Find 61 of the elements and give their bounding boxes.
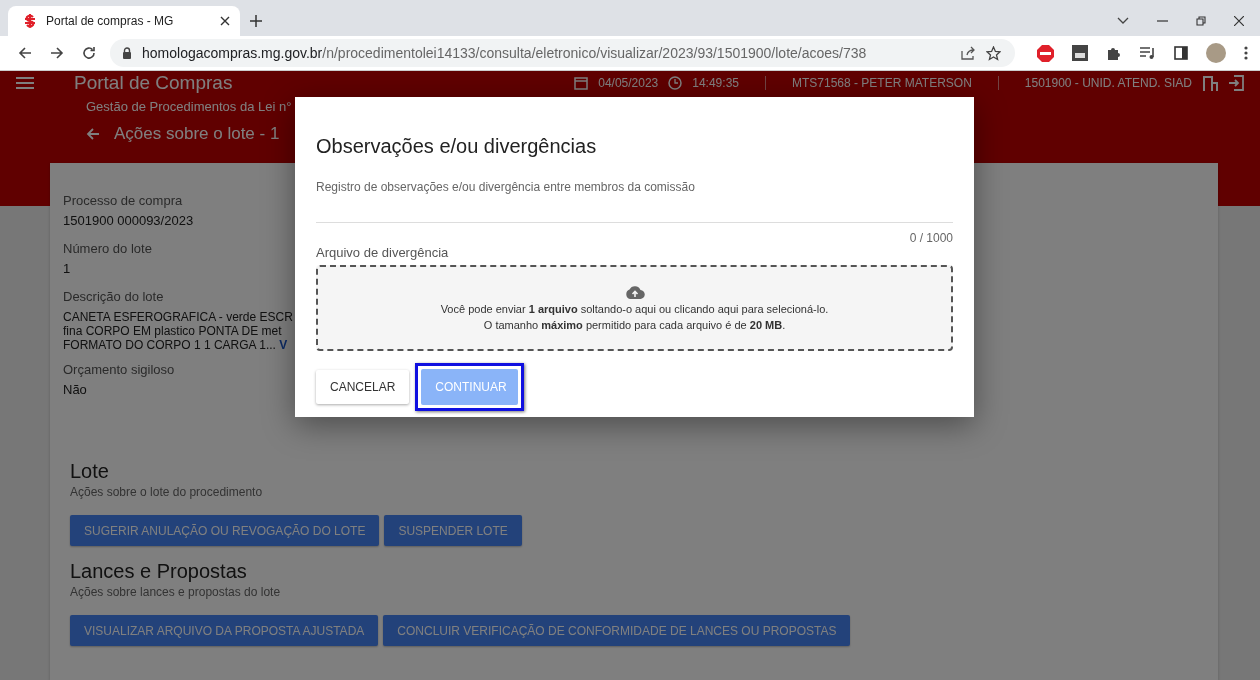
logout-icon[interactable] [1228,75,1244,91]
file-drop-zone[interactable]: Você pode enviar 1 arquivo soltando-o aqui ou clicando aqui para selecioná-lo. O tamanho máximo permitido para cada arquivo é de 20 MB. [316,265,953,351]
share-icon[interactable] [961,46,976,60]
time-text: 14:49:35 [692,76,739,90]
observations-field[interactable]: Registro de observações e/ou divergência entre membros da comissão [316,180,953,223]
close-icon[interactable] [1234,16,1244,26]
clock-icon [668,76,683,90]
more-link[interactable]: V [279,338,288,352]
field-label: Orçamento sigiloso [63,361,175,379]
calendar-icon [574,76,589,90]
cancel-button[interactable]: CANCELAR [316,370,410,404]
menu-icon[interactable] [16,77,34,89]
section-subtitle: Ações sobre o lote do procedimento [70,485,264,499]
action-button[interactable]: SUSPENDER LOTE [384,515,522,546]
dollar-logo-icon [22,13,38,29]
restore-icon[interactable] [1196,16,1206,26]
unit-text: 1501900 - UNID. ATEND. SIAD [997,76,1192,90]
action-button[interactable]: VISUALIZAR ARQUIVO DA PROPOSTA AJUSTADA [70,615,379,646]
address-field[interactable]: homologacompras.mg.gov.br/n/procedimentolei14133/consulta/eletronico/visualizar/2023/93/1501900/lote/acoes/738 [110,39,1015,67]
back-icon[interactable] [18,46,32,60]
user-text: MTS71568 - PETER MATERSON [765,76,972,90]
dialog-title: Observações e/ou divergências [316,135,598,158]
drop-zone-text: Você pode enviar 1 arquivo soltando-o aqui ou clicando aqui para selecioná-lo. [440,303,829,315]
field-label: Descrição do lote [63,288,164,306]
new-tab-icon[interactable] [250,15,262,27]
field-value: 1501900 000093/2023 [63,212,194,230]
stop-sign-extension-icon[interactable] [1037,44,1054,62]
character-counter: 0 / 1000 [909,231,953,245]
app-title: Portal de Compras [74,71,233,95]
field-label: Número do lote [63,240,152,258]
file-label: Arquivo de divergência [316,245,450,260]
forward-icon[interactable] [50,46,64,60]
description-text: CANETA ESFEROGRAFICA - verde ESCR fina CORPO EM plastico PONTA DE met FORMATO DO CORPO 1 1 CARGA 1... V [63,310,293,352]
page-title: Ações sobre o lote - 1 [114,124,280,144]
drop-zone-text: O tamanho máximo permitido para cada arquivo é de 20 MB. [483,319,786,331]
section-title: Lote [70,460,110,483]
section-title: Lances e Propostas [70,560,248,583]
field-value: 1 [63,260,71,278]
side-panel-icon[interactable] [1174,46,1188,60]
building-icon[interactable] [1202,75,1218,91]
lock-icon [122,47,132,59]
back-arrow-icon[interactable] [86,127,100,141]
action-button[interactable]: CONCLUIR VERIFICAÇÃO DE CONFORMIDADE DE LANCES OU PROPOSTAS [383,615,851,646]
close-icon[interactable] [220,16,230,26]
more-icon[interactable] [1244,46,1248,60]
breadcrumb-text: Gestão de Procedimentos da Lei n° [86,99,293,114]
field-value: Não [63,381,87,399]
extension-icon[interactable] [1072,45,1088,61]
date-text: 04/05/2023 [598,76,659,90]
cloud-upload-icon [624,285,645,299]
tab-title: Portal de compras - MG [46,14,175,28]
star-icon[interactable] [986,45,1001,61]
action-button[interactable]: SUGERIR ANULAÇÃO OU REVOGAÇÃO DO LOTE [70,515,380,546]
reload-icon[interactable] [82,46,96,60]
playlist-icon[interactable] [1140,46,1156,60]
chevron-down-icon[interactable] [1117,17,1129,25]
avatar-icon[interactable] [1206,43,1226,63]
section-subtitle: Ações sobre lances e propostas do lote [70,585,282,599]
browser-tab[interactable]: Portal de compras - MG [8,6,240,36]
field-label: Processo de compra [63,192,183,210]
puzzle-icon[interactable] [1106,45,1122,61]
